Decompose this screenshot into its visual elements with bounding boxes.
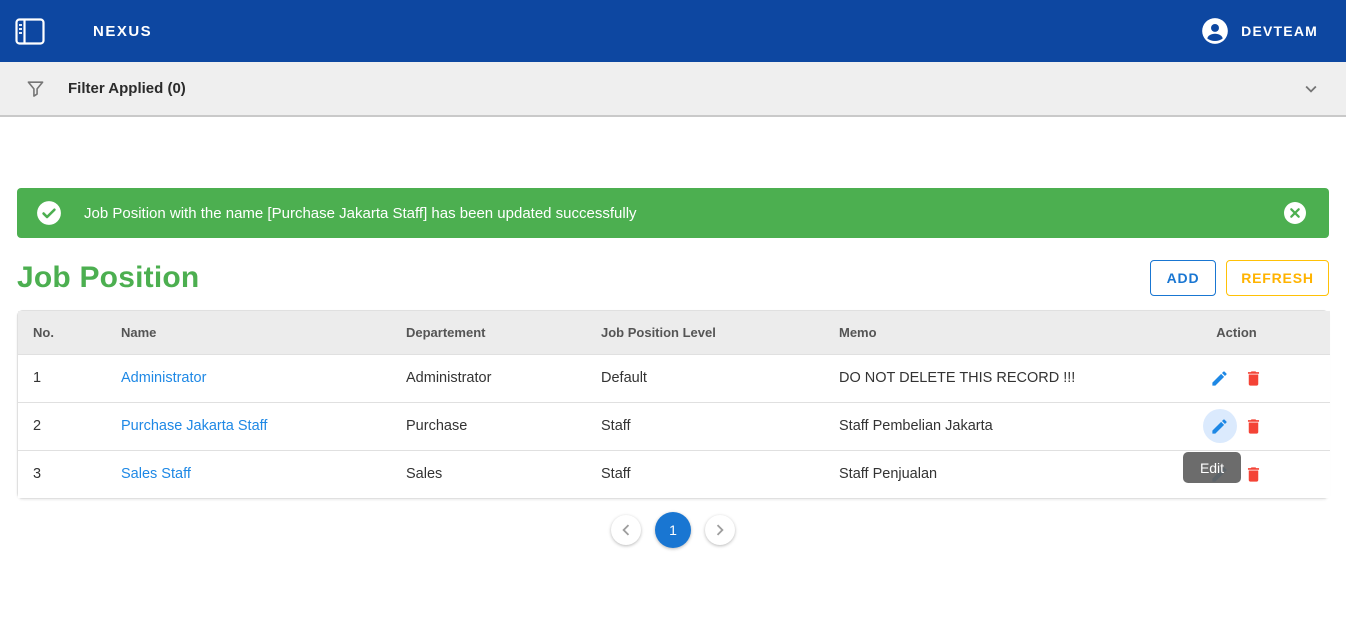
column-header-memo: Memo [824, 311, 1163, 354]
cell-no: 2 [18, 402, 106, 450]
cell-action [1163, 354, 1330, 402]
cell-memo: Staff Penjualan [824, 450, 1163, 498]
job-position-table: No. Name Departement Job Position Level … [18, 311, 1330, 498]
cell-memo: Staff Pembelian Jakarta [824, 402, 1163, 450]
table-row: 3 Sales Staff SalesStaffStaff Penjualan [18, 450, 1330, 498]
cell-level: Default [586, 354, 824, 402]
job-position-table-card: No. Name Departement Job Position Level … [17, 310, 1329, 499]
edit-icon[interactable] [1203, 409, 1237, 443]
delete-icon[interactable] [1237, 457, 1271, 491]
cell-memo: DO NOT DELETE THIS RECORD !!! [824, 354, 1163, 402]
cell-level: Staff [586, 402, 824, 450]
cell-departement: Administrator [391, 354, 586, 402]
top-app-bar: NEXUS DEVTEAM [0, 0, 1346, 62]
cell-name: Purchase Jakarta Staff [106, 402, 391, 450]
cell-departement: Purchase [391, 402, 586, 450]
filter-bar[interactable]: Filter Applied (0) [0, 62, 1346, 117]
alert-close-icon[interactable] [1283, 201, 1307, 225]
cell-level: Staff [586, 450, 824, 498]
table-row: 1AdministratorAdministratorDefaultDO NOT… [18, 354, 1330, 402]
cell-no: 3 [18, 450, 106, 498]
chevron-left-icon [615, 519, 637, 541]
column-header-departement: Departement [391, 311, 586, 354]
filter-label: Filter Applied (0) [68, 80, 186, 97]
filter-icon [26, 79, 45, 98]
prev-page-button[interactable] [611, 515, 641, 545]
delete-icon[interactable] [1237, 361, 1271, 395]
success-alert: Job Position with the name [Purchase Jak… [17, 188, 1329, 238]
page-title: Job Position [17, 261, 199, 295]
app-brand: NEXUS [93, 23, 152, 40]
edit-icon[interactable] [1203, 361, 1237, 395]
page-1-button[interactable]: 1 [655, 512, 691, 548]
cell-name: Sales Staff [106, 450, 391, 498]
column-header-no: No. [18, 311, 106, 354]
check-circle-icon [36, 200, 62, 226]
cell-name: Administrator [106, 354, 391, 402]
refresh-button[interactable]: REFRESH [1226, 260, 1329, 296]
pagination: 1 [17, 512, 1329, 548]
table-row: 2 Purchase Jakarta Staff PurchaseStaffStaf… [18, 402, 1330, 450]
account-circle-icon [1201, 17, 1229, 45]
add-button[interactable]: ADD [1150, 260, 1216, 296]
cell-action [1163, 402, 1330, 450]
column-header-level: Job Position Level [586, 311, 824, 354]
cell-no: 1 [18, 354, 106, 402]
user-name: DEVTEAM [1241, 23, 1318, 39]
chevron-down-icon[interactable] [1300, 78, 1322, 100]
edit-tooltip: Edit [1183, 452, 1241, 483]
job-position-link[interactable]: Administrator [121, 370, 206, 386]
column-header-name: Name [106, 311, 391, 354]
chevron-right-icon [709, 519, 731, 541]
user-menu[interactable]: DEVTEAM [1201, 17, 1318, 45]
column-header-action: Action [1163, 311, 1330, 354]
main-content: Job Position with the name [Purchase Jak… [0, 188, 1346, 548]
next-page-button[interactable] [705, 515, 735, 545]
sidebar-toggle-icon[interactable] [13, 14, 47, 48]
job-position-link[interactable]: Sales Staff [121, 466, 191, 482]
delete-icon[interactable] [1237, 409, 1271, 443]
job-position-link[interactable]: Purchase Jakarta Staff [121, 418, 267, 434]
table-header-row: No. Name Departement Job Position Level … [18, 311, 1330, 354]
cell-departement: Sales [391, 450, 586, 498]
alert-message: Job Position with the name [Purchase Jak… [84, 205, 1283, 222]
